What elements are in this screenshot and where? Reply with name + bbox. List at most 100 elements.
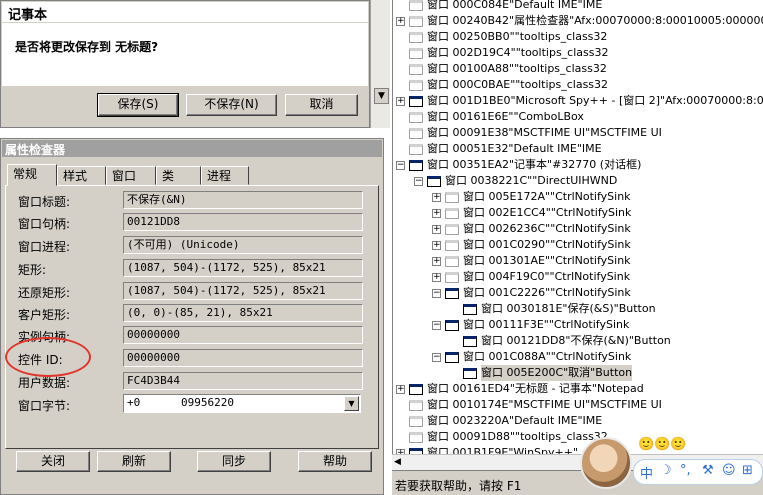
- grid-icon[interactable]: ⊞: [742, 463, 753, 478]
- emoji-icon[interactable]: ☺: [722, 463, 736, 478]
- tree-node[interactable]: − 窗口 001C2226""CtrlNotifySink: [393, 285, 763, 301]
- tree-node[interactable]: 窗口 00091E38"MSCTFIME UI"MSCTFIME UI: [393, 125, 763, 141]
- collapse-icon[interactable]: −: [414, 177, 423, 186]
- window-icon: [409, 384, 423, 395]
- expand-icon[interactable]: +: [396, 385, 405, 394]
- tab-windows[interactable]: 窗口: [106, 166, 156, 185]
- window-icon: [409, 432, 423, 443]
- emoji-strip: 🙂🙂🙂: [638, 437, 687, 452]
- field-label-window-bytes: 窗口字节:: [18, 399, 71, 413]
- dont-save-button[interactable]: 不保存(N): [186, 94, 277, 116]
- tree-node[interactable]: 窗口 00161E6E""ComboLBox: [393, 109, 763, 125]
- expand-icon[interactable]: +: [396, 97, 405, 106]
- tree-node-label: 窗口 0026236C""CtrlNotifySink: [463, 222, 631, 235]
- tree-node[interactable]: 窗口 00051E32"Default IME"IME: [393, 141, 763, 157]
- field-value-control-id[interactable]: 00000000: [123, 349, 363, 367]
- tree-node[interactable]: 窗口 000C084E"Default IME"IME: [393, 0, 763, 13]
- inspector-title: 属性检查器: [5, 143, 66, 157]
- tree-node[interactable]: 窗口 00121DD8"不保存(&N)"Button: [393, 333, 763, 349]
- tree-node[interactable]: + 窗口 002E1CC4""CtrlNotifySink: [393, 205, 763, 221]
- tree-node[interactable]: 窗口 005E200C"取消"Button: [393, 365, 763, 381]
- window-icon: [409, 32, 423, 43]
- window-icon: [409, 160, 423, 171]
- field-value-client-rect[interactable]: (0, 0)-(85, 21), 85x21: [123, 304, 363, 322]
- moon-icon[interactable]: ☽: [660, 463, 672, 478]
- ime-lang-toggle[interactable]: 中: [640, 463, 653, 482]
- tree-node[interactable]: − 窗口 00111F3E""CtrlNotifySink: [393, 317, 763, 333]
- chevron-down-icon[interactable]: ▼: [344, 396, 359, 411]
- window-tree: 窗口 000C084E"Default IME"IME + 窗口 00240B42"…: [392, 0, 763, 470]
- tab-general[interactable]: 常规: [7, 164, 57, 186]
- field-value-instance[interactable]: 00000000: [123, 326, 363, 344]
- tree-node[interactable]: + 窗口 00240B42"属性检查器"Afx:00070000:8:000100…: [393, 13, 763, 29]
- cancel-button[interactable]: 取消: [285, 94, 358, 116]
- window-icon: [409, 112, 423, 123]
- expand-icon[interactable]: +: [432, 241, 441, 250]
- tree-node[interactable]: − 窗口 00351EA2"记事本"#32770 (对话框): [393, 157, 763, 173]
- tab-styles[interactable]: 样式: [57, 166, 106, 185]
- tree-node[interactable]: 窗口 000C0BAE""tooltips_class32: [393, 77, 763, 93]
- avatar[interactable]: [580, 437, 632, 489]
- field-value-title[interactable]: 不保存(&N): [123, 191, 363, 209]
- tree-node[interactable]: + 窗口 001C0290""CtrlNotifySink: [393, 237, 763, 253]
- chevron-left-icon[interactable]: ◀: [394, 457, 401, 467]
- status-text: 若要获取帮助，请按 F1: [395, 479, 522, 493]
- tab-process[interactable]: 进程: [201, 166, 249, 185]
- tree-node[interactable]: + 窗口 005E172A""CtrlNotifySink: [393, 189, 763, 205]
- field-value-restored-rect[interactable]: (1087, 504)-(1172, 525), 85x21: [123, 282, 363, 300]
- tree-node-label: 窗口 001C0290""CtrlNotifySink: [463, 238, 631, 251]
- tree-node[interactable]: − 窗口 0038221C""DirectUIHWND: [393, 173, 763, 189]
- dialog-message: 是否将更改保存到 无标题?: [15, 40, 159, 54]
- expand-icon[interactable]: +: [432, 257, 441, 266]
- sync-button[interactable]: 同步: [197, 451, 271, 472]
- collapse-icon[interactable]: −: [432, 289, 441, 298]
- window-bytes-value: 09956220: [181, 396, 234, 409]
- tree-node-label: 窗口 005E200C"取消"Button: [481, 365, 633, 381]
- refresh-button[interactable]: 刷新: [97, 451, 171, 472]
- field-value-rect[interactable]: (1087, 504)-(1172, 525), 85x21: [123, 259, 363, 277]
- field-value-userdata[interactable]: FC4D3B44: [123, 372, 363, 390]
- window-icon: [409, 64, 423, 75]
- background-scrollbar: [370, 0, 390, 128]
- tree-node[interactable]: 窗口 0030181E"保存(&S)"Button: [393, 301, 763, 317]
- window-icon: [445, 192, 459, 203]
- expand-icon[interactable]: +: [396, 17, 405, 26]
- tree-node[interactable]: + 窗口 001D1BE0"Microsoft Spy++ - [窗口 2]"Af…: [393, 93, 763, 109]
- expand-icon[interactable]: +: [432, 193, 441, 202]
- tree-node[interactable]: + 窗口 001301AE""CtrlNotifySink: [393, 253, 763, 269]
- save-button[interactable]: 保存(S): [97, 93, 179, 117]
- tree-node[interactable]: + 窗口 00161ED4"无标题 - 记事本"Notepad: [393, 381, 763, 397]
- tree-node-label: 窗口 00100A88""tooltips_class32: [427, 62, 607, 75]
- tree-node[interactable]: + 窗口 004F19C0""CtrlNotifySink: [393, 269, 763, 285]
- window-bytes-combo[interactable]: +0 09956220 ▼: [123, 394, 361, 413]
- window-icon: [409, 16, 423, 27]
- field-value-handle[interactable]: 00121DD8: [123, 213, 363, 231]
- close-button[interactable]: 关闭: [16, 451, 90, 472]
- tree-node-label: 窗口 00250BB0""tooltips_class32: [427, 30, 608, 43]
- field-value-process[interactable]: (不可用) (Unicode): [123, 236, 363, 254]
- tree-node-label: 窗口 00111F3E""CtrlNotifySink: [463, 318, 630, 331]
- expand-icon[interactable]: +: [432, 209, 441, 218]
- help-button[interactable]: 帮助: [298, 451, 372, 472]
- wrench-icon[interactable]: ⚒: [702, 463, 714, 478]
- tree-node[interactable]: − 窗口 001C088A""CtrlNotifySink: [393, 349, 763, 365]
- collapse-icon[interactable]: −: [396, 161, 405, 170]
- collapse-icon[interactable]: −: [432, 353, 441, 362]
- tree-node[interactable]: + 窗口 0026236C""CtrlNotifySink: [393, 221, 763, 237]
- field-label-handle: 窗口句柄:: [18, 217, 71, 231]
- tree-node[interactable]: 窗口 00250BB0""tooltips_class32: [393, 29, 763, 45]
- tree-node[interactable]: 窗口 0023220A"Default IME"IME: [393, 413, 763, 429]
- tree-node[interactable]: 窗口 0010174E"MSCTFIME UI"MSCTFIME UI: [393, 397, 763, 413]
- tree-node[interactable]: 窗口 002D19C4""tooltips_class32: [393, 45, 763, 61]
- punctuation-icon[interactable]: °,: [680, 463, 691, 478]
- tab-class[interactable]: 类: [156, 166, 201, 185]
- tree-node[interactable]: 窗口 00100A88""tooltips_class32: [393, 61, 763, 77]
- inspector-titlebar: 属性检查器: [2, 140, 382, 157]
- expand-icon[interactable]: +: [432, 273, 441, 282]
- expand-icon[interactable]: +: [432, 225, 441, 234]
- chevron-down-icon[interactable]: ▼: [374, 88, 389, 104]
- tree-node-label: 窗口 00161ED4"无标题 - 记事本"Notepad: [427, 382, 644, 395]
- tree-node-label: 窗口 0023220A"Default IME"IME: [427, 414, 603, 427]
- tree-node-label: 窗口 001D1BE0"Microsoft Spy++ - [窗口 2]"Afx…: [427, 94, 763, 107]
- collapse-icon[interactable]: −: [432, 321, 441, 330]
